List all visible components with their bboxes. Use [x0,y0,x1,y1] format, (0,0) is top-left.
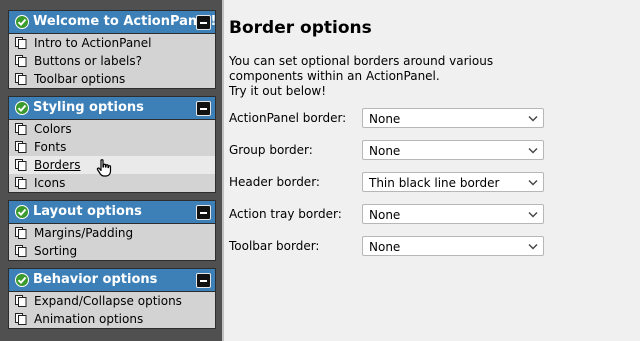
description-line: You can set optional borders around vari… [229,54,494,68]
check-icon [15,273,29,287]
group-header-styling[interactable]: Styling options [9,97,215,120]
select-value: None [369,240,401,254]
copy-icon [15,55,27,67]
copy-icon [15,177,27,189]
group-header-layout[interactable]: Layout options [9,201,215,224]
select-value: None [369,144,401,158]
chevron-down-icon [528,244,538,250]
actionpanel-border-row: ActionPanel border: None [229,108,559,130]
sidebar-item-intro[interactable]: Intro to ActionPanel [9,34,215,52]
group-body: Expand/Collapse options Animation option… [9,292,215,328]
sidebar-item-fonts[interactable]: Fonts [9,138,215,156]
sidebar-item-margins-padding[interactable]: Margins/Padding [9,224,215,242]
group-layout: Layout options Margins/Padding Sorting [8,200,216,261]
sidebar-item-label: Borders [34,158,81,172]
select-value: Thin black line border [369,176,500,190]
description-line: components within an ActionPanel. [229,69,440,83]
group-body: Colors Fonts Borders Icons [9,120,215,192]
group-styling: Styling options Colors Fonts Borders Ico… [8,96,216,193]
chevron-down-icon [528,116,538,122]
header-border-row: Header border: Thin black line border [229,172,559,194]
sidebar-item-label: Sorting [34,244,78,258]
sidebar: Welcome to ActionPanel! Intro to ActionP… [0,0,222,341]
copy-icon [15,37,27,49]
sidebar-item-label: Margins/Padding [34,226,134,240]
main-content: Border options You can set optional bord… [224,0,640,341]
sidebar-item-toolbar-options[interactable]: Toolbar options [9,70,215,88]
copy-icon [15,159,27,171]
sidebar-item-label: Colors [34,122,72,136]
description-line: Try it out below! [229,84,327,98]
copy-icon [15,313,27,325]
collapse-icon[interactable] [196,273,211,288]
check-icon [15,15,29,29]
actionpanel-border-label: ActionPanel border: [229,111,347,125]
sidebar-item-colors[interactable]: Colors [9,120,215,138]
sidebar-item-label: Toolbar options [34,72,126,86]
group-title: Welcome to ActionPanel! [33,14,217,29]
page-title: Border options [229,18,372,38]
group-body: Intro to ActionPanel Buttons or labels? … [9,34,215,88]
group-border-label: Group border: [229,143,313,157]
chevron-down-icon [528,148,538,154]
chevron-down-icon [528,212,538,218]
sidebar-item-animation-options[interactable]: Animation options [9,310,215,328]
copy-icon [15,227,27,239]
collapse-icon[interactable] [196,15,211,30]
toolbar-border-row: Toolbar border: None [229,236,559,258]
group-title: Layout options [33,204,142,219]
action-tray-border-select[interactable]: None [362,204,544,224]
description: You can set optional borders around vari… [229,54,493,99]
check-icon [15,205,29,219]
sidebar-item-borders[interactable]: Borders [9,156,215,177]
chevron-down-icon [528,180,538,186]
group-border-row: Group border: None [229,140,559,162]
sidebar-item-label: Intro to ActionPanel [34,36,152,50]
copy-icon [15,295,27,307]
header-border-select[interactable]: Thin black line border [362,172,544,192]
action-tray-border-label: Action tray border: [229,207,342,221]
sidebar-item-label: Icons [34,176,66,190]
sidebar-item-label: Buttons or labels? [34,54,142,68]
copy-icon [15,123,27,135]
copy-icon [15,73,27,85]
sidebar-item-expand-collapse-options[interactable]: Expand/Collapse options [9,292,215,310]
select-value: None [369,112,401,126]
copy-icon [15,141,27,153]
group-behavior: Behavior options Expand/Collapse options… [8,268,216,329]
sidebar-item-label: Expand/Collapse options [34,294,182,308]
sidebar-item-label: Fonts [34,140,67,154]
group-header-behavior[interactable]: Behavior options [9,269,215,292]
toolbar-border-select[interactable]: None [362,236,544,256]
sidebar-item-label: Animation options [34,312,144,326]
group-border-select[interactable]: None [362,140,544,160]
check-icon [15,101,29,115]
action-tray-border-row: Action tray border: None [229,204,559,226]
header-border-label: Header border: [229,175,320,189]
group-header-welcome[interactable]: Welcome to ActionPanel! [9,11,217,34]
toolbar-border-label: Toolbar border: [229,239,320,253]
group-title: Styling options [33,100,144,115]
select-value: None [369,208,401,222]
collapse-icon[interactable] [196,205,211,220]
sidebar-item-icons[interactable]: Icons [9,174,215,192]
group-body: Margins/Padding Sorting [9,224,215,260]
group-welcome: Welcome to ActionPanel! Intro to ActionP… [8,10,216,89]
copy-icon [15,245,27,257]
sidebar-item-sorting[interactable]: Sorting [9,242,215,260]
actionpanel-border-select[interactable]: None [362,108,544,128]
collapse-icon[interactable] [196,101,211,116]
group-title: Behavior options [33,272,158,287]
sidebar-item-buttons-or-labels[interactable]: Buttons or labels? [9,52,215,70]
